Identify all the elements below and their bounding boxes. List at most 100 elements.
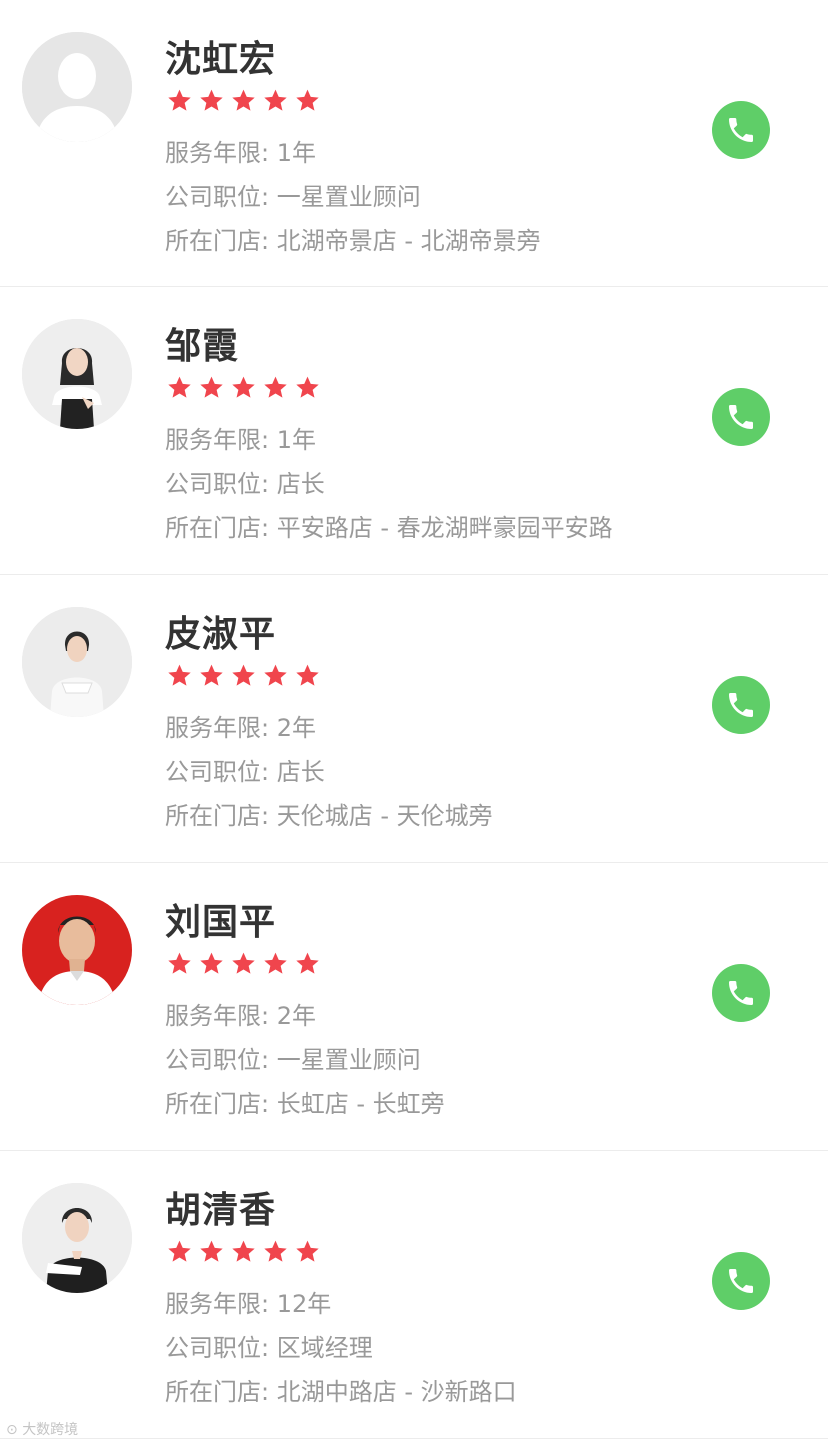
service-years-value: 1年 [276,139,317,167]
company-position-value: 一星置业顾问 [276,183,421,211]
service-years-label: 服务年限: [165,1290,270,1318]
company-position-value: 店长 [276,758,325,786]
star-icon [167,375,192,400]
store-location-label: 所在门店: [165,1090,270,1118]
service-years-label: 服务年限: [165,139,270,167]
phone-icon [725,1265,757,1297]
service-years: 服务年限: 2年 [165,713,316,743]
avatar [22,895,132,1005]
service-years-value: 12年 [276,1290,332,1318]
store-location-label: 所在门店: [165,514,270,542]
avatar [22,32,132,142]
watermark-text: 大数跨境 [22,1422,79,1438]
phone-icon [725,689,757,721]
star-icon [231,951,256,976]
avatar [22,607,132,717]
default-user-avatar-icon [22,32,132,142]
store-location-label: 所在门店: [165,1378,270,1406]
woman-portrait-photo [22,1183,132,1293]
store-location-label: 所在门店: [165,227,270,255]
star-icon [295,375,320,400]
agent-card[interactable]: 刘国平 服务年限: 2年 公司职位: 一星置业顾问 所在门店: 长虹店 - 长虹… [0,863,828,1151]
company-position-label: 公司职位: [165,758,270,786]
agent-name: 皮淑平 [165,614,277,655]
star-icon [295,88,320,113]
star-icon [199,88,224,113]
store-location: 所在门店: 平安路店 - 春龙湖畔豪园平安路 [165,513,613,543]
phone-icon [725,977,757,1009]
star-icon [199,1239,224,1264]
agent-card[interactable]: 沈虹宏 服务年限: 1年 公司职位: 一星置业顾问 所在门店: 北湖帝景店 - … [0,0,828,287]
store-location-value: 北湖中路店 - 沙新路口 [276,1378,517,1406]
watermark: ⊙ 大数跨境 [6,1420,78,1440]
star-icon [263,375,288,400]
call-button[interactable] [712,1252,770,1310]
agent-card[interactable]: 皮淑平 服务年限: 2年 公司职位: 店长 所在门店: 天伦城店 - 天伦城旁 [0,575,828,863]
company-position: 公司职位: 店长 [165,757,325,787]
woman-portrait-photo [22,607,132,717]
service-years: 服务年限: 12年 [165,1289,331,1319]
service-years-value: 2年 [276,714,317,742]
store-location: 所在门店: 北湖中路店 - 沙新路口 [165,1377,517,1407]
star-icon [263,951,288,976]
store-location-value: 天伦城店 - 天伦城旁 [276,802,493,830]
avatar [22,319,132,429]
store-location-value: 长虹店 - 长虹旁 [276,1090,445,1118]
star-icon [231,88,256,113]
store-location: 所在门店: 天伦城店 - 天伦城旁 [165,801,493,831]
service-years-label: 服务年限: [165,1002,270,1030]
star-icon [295,663,320,688]
man-id-photo-red-background [22,895,132,1005]
company-position-label: 公司职位: [165,1046,270,1074]
company-position-value: 区域经理 [276,1334,373,1362]
rating-stars [167,375,320,403]
rating-stars [167,663,320,691]
agent-card[interactable]: 胡清香 服务年限: 12年 公司职位: 区域经理 所在门店: 北湖中路店 - 沙… [0,1151,828,1439]
star-icon [167,88,192,113]
agent-name: 邹霞 [165,326,240,367]
watermark-logo-icon: ⊙ [6,1422,18,1438]
store-location: 所在门店: 北湖帝景店 - 北湖帝景旁 [165,226,541,256]
star-icon [263,663,288,688]
rating-stars [167,1239,320,1267]
star-icon [199,951,224,976]
star-icon [167,951,192,976]
company-position: 公司职位: 一星置业顾问 [165,1045,421,1075]
star-icon [295,1239,320,1264]
company-position: 公司职位: 店长 [165,469,325,499]
woman-portrait-photo [22,319,132,429]
company-position-label: 公司职位: [165,183,270,211]
store-location-label: 所在门店: [165,802,270,830]
star-icon [231,663,256,688]
call-button[interactable] [712,964,770,1022]
star-icon [263,88,288,113]
store-location-value: 平安路店 - 春龙湖畔豪园平安路 [276,514,613,542]
company-position-value: 一星置业顾问 [276,1046,421,1074]
call-button[interactable] [712,676,770,734]
star-icon [167,1239,192,1264]
star-icon [199,663,224,688]
store-location: 所在门店: 长虹店 - 长虹旁 [165,1089,445,1119]
call-button[interactable] [712,101,770,159]
phone-icon [725,114,757,146]
star-icon [295,951,320,976]
service-years: 服务年限: 1年 [165,425,316,455]
service-years-label: 服务年限: [165,714,270,742]
star-icon [199,375,224,400]
rating-stars [167,88,320,116]
agent-name: 沈虹宏 [165,39,277,80]
phone-icon [725,401,757,433]
agent-card[interactable]: 邹霞 服务年限: 1年 公司职位: 店长 所在门店: 平安路店 - 春龙湖畔豪园… [0,287,828,575]
call-button[interactable] [712,388,770,446]
agent-name: 胡清香 [165,1190,277,1231]
star-icon [167,663,192,688]
star-icon [263,1239,288,1264]
company-position-label: 公司职位: [165,1334,270,1362]
star-icon [231,1239,256,1264]
company-position: 公司职位: 一星置业顾问 [165,182,421,212]
star-icon [231,375,256,400]
avatar [22,1183,132,1293]
company-position: 公司职位: 区域经理 [165,1333,373,1363]
service-years-value: 2年 [276,1002,317,1030]
service-years: 服务年限: 1年 [165,138,316,168]
